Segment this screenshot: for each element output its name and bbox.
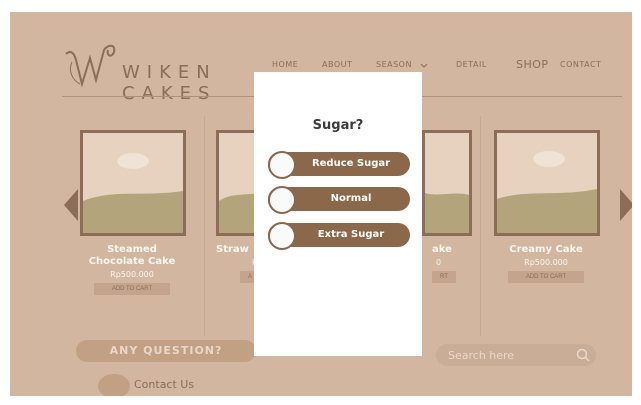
product-card[interactable]: ake 0 RT (422, 130, 482, 283)
add-to-cart-button[interactable]: ADD TO CART (94, 283, 170, 295)
radio-button[interactable] (268, 222, 296, 250)
search-bar[interactable] (436, 344, 596, 366)
contact-us-label[interactable]: Contact Us (134, 378, 194, 391)
sugar-modal: Sugar? Reduce Sugar Normal Extra Sugar (254, 72, 422, 356)
brand-line-2: CAKES (122, 83, 217, 104)
product-image (422, 130, 472, 236)
nav-about[interactable]: ABOUT (322, 60, 352, 69)
product-name: ake (432, 244, 452, 255)
add-to-cart-button[interactable]: ADD TO CART (508, 271, 584, 283)
nav-season[interactable]: SEASON (376, 60, 412, 69)
product-name: Steamed Chocolate Cake (88, 244, 176, 267)
any-question-button[interactable]: ANY QUESTION? (76, 340, 256, 362)
option-extra-sugar[interactable]: Extra Sugar (268, 222, 410, 250)
search-input[interactable] (448, 348, 558, 362)
nav-home[interactable]: HOME (272, 60, 298, 69)
product-name: Creamy Cake (509, 244, 583, 255)
option-label[interactable]: Extra Sugar (296, 223, 406, 247)
product-card[interactable]: Creamy Cake Rp500.000 ADD TO CART (494, 130, 600, 283)
carousel-next-icon[interactable] (620, 189, 632, 221)
product-image (80, 130, 186, 236)
search-icon[interactable] (576, 348, 590, 362)
radio-button[interactable] (268, 186, 296, 214)
product-card[interactable]: Steamed Chocolate Cake Rp500.000 ADD TO … (80, 130, 186, 295)
carousel-prev-icon[interactable] (64, 189, 78, 221)
column-divider (204, 116, 205, 336)
product-price: Rp500.000 (524, 258, 568, 267)
option-label[interactable]: Reduce Sugar (296, 152, 406, 176)
option-normal[interactable]: Normal (268, 186, 410, 214)
option-reduce-sugar[interactable]: Reduce Sugar (268, 151, 410, 179)
product-price: Rp500.000 (110, 270, 154, 279)
option-label[interactable]: Normal (296, 187, 406, 211)
chevron-down-icon[interactable] (420, 63, 428, 69)
nav-shop[interactable]: SHOP (516, 58, 549, 71)
product-price: 0 (436, 258, 442, 267)
radio-button[interactable] (268, 151, 296, 179)
add-to-cart-button[interactable]: RT (432, 271, 456, 283)
nav-contact[interactable]: CONTACT (560, 60, 601, 69)
product-image (494, 130, 600, 236)
modal-title: Sugar? (312, 118, 364, 133)
chat-bubble-icon[interactable] (98, 374, 130, 396)
nav-detail[interactable]: DETAIL (456, 60, 487, 69)
